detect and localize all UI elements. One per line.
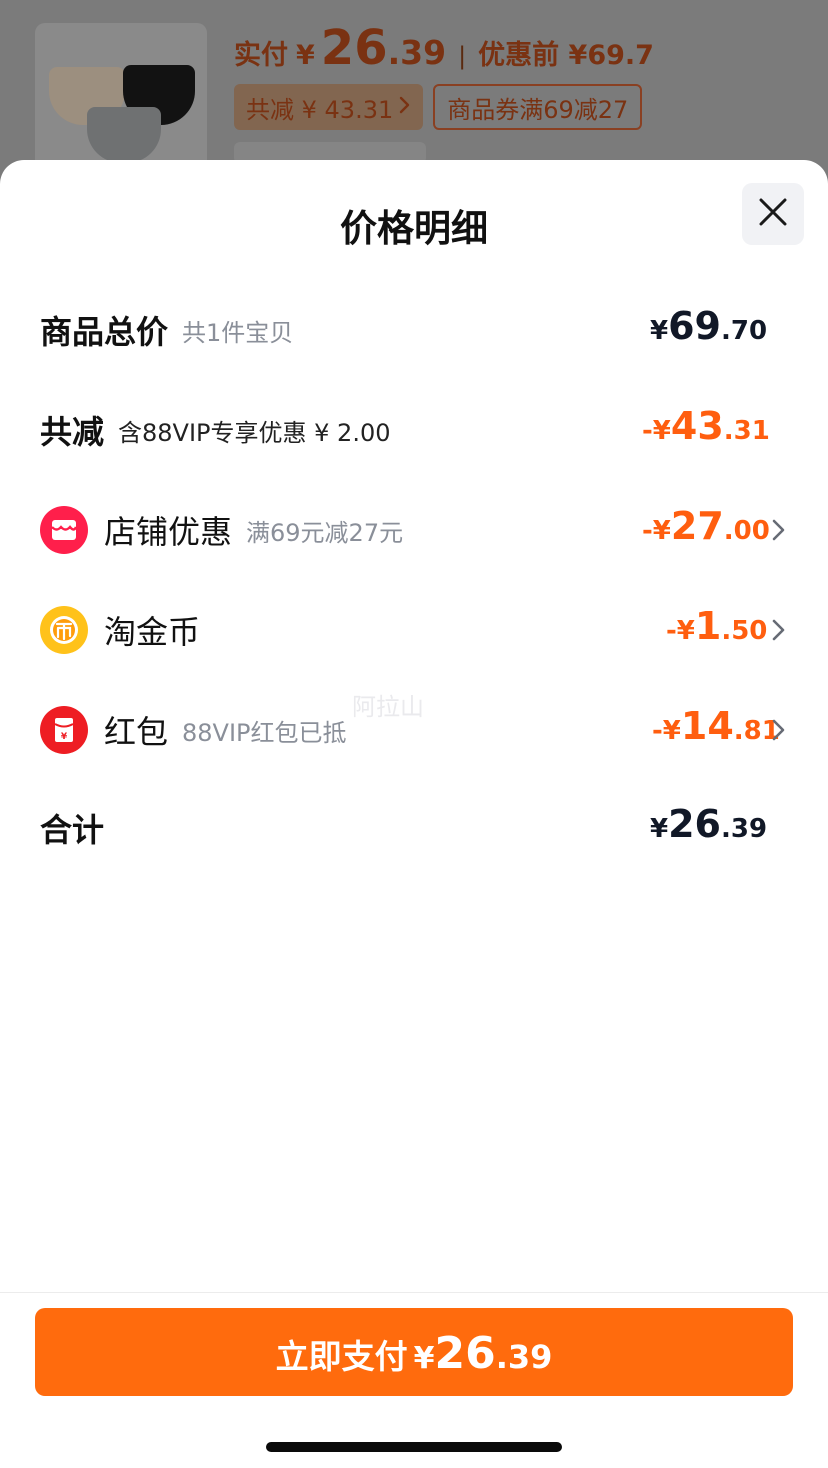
paid-int: 26 bbox=[320, 20, 388, 76]
subtotal-count: 共1件宝贝 bbox=[182, 318, 294, 347]
sheet-title: 价格明细 bbox=[340, 207, 488, 250]
coupon-tag-label: 商品券满69减27 bbox=[447, 95, 629, 124]
price-detail-sheet: 价格明细 商品总价 共1件宝贝 ¥ 69 .70 共减 含88VIP专享优惠 ¥… bbox=[0, 160, 828, 1468]
total-row: 合计 ¥ 26 .39 bbox=[40, 798, 800, 858]
shop-discount-amount: - ¥ 27 .00 bbox=[642, 500, 770, 560]
total-discount-dec: .31 bbox=[723, 416, 770, 446]
paid-label: 实付 bbox=[234, 40, 288, 71]
original-price: 优惠前 ¥69.7 bbox=[478, 40, 654, 71]
red-packet-note: 88VIP红包已抵 bbox=[182, 718, 347, 747]
total-discount-label: 共减 bbox=[40, 413, 105, 451]
shop-discount-rule: 满69元减27元 bbox=[246, 518, 404, 547]
subtotal-int: 69 bbox=[668, 304, 721, 348]
bottom-bar: 立即支付 ¥ 26 .39 bbox=[0, 1292, 828, 1468]
discount-tag-label: 共减 ¥ 43.31 bbox=[246, 95, 394, 124]
pay-now-button[interactable]: 立即支付 ¥ 26 .39 bbox=[35, 1308, 793, 1396]
subtotal-amount: ¥ 69 .70 bbox=[650, 300, 767, 360]
coupon-tag: 商品券满69减27 bbox=[433, 84, 643, 130]
subtotal-yen: ¥ bbox=[650, 316, 669, 346]
total-label: 合计 bbox=[40, 811, 105, 849]
chevron-right-icon bbox=[399, 95, 411, 119]
taojinbi-label: 淘金币 bbox=[104, 613, 201, 651]
pay-now-label: 立即支付 bbox=[275, 1337, 408, 1376]
taojinbi-row[interactable]: 淘金币 - ¥ 1 .50 bbox=[40, 600, 800, 660]
taojinbi-yen: ¥ bbox=[676, 616, 695, 646]
red-packet-int: 14 bbox=[680, 704, 734, 748]
pay-now-int: 26 bbox=[434, 1328, 496, 1379]
shop-discount-label: 店铺优惠 bbox=[104, 513, 233, 551]
product-thumbnail bbox=[35, 23, 207, 173]
total-discount-amount: - ¥ 43 .31 bbox=[642, 400, 770, 460]
close-icon[interactable] bbox=[758, 197, 788, 231]
total-discount-row: 共减 含88VIP专享优惠 ¥ 2.00 - ¥ 43 .31 bbox=[40, 400, 800, 460]
shop-discount-yen: ¥ bbox=[652, 516, 671, 546]
shop-discount-dec: .00 bbox=[723, 516, 770, 546]
shop-discount-sign: - bbox=[642, 516, 653, 546]
red-packet-amount: - ¥ 14 .81 bbox=[652, 700, 780, 760]
taojinbi-dec: .50 bbox=[721, 616, 768, 646]
total-dec: .39 bbox=[720, 814, 768, 844]
total-discount-note: 含88VIP专享优惠 ¥ 2.00 bbox=[118, 418, 391, 447]
taojinbi-int: 1 bbox=[694, 604, 722, 648]
shop-icon bbox=[40, 506, 88, 554]
subtotal-dec: .70 bbox=[720, 316, 768, 346]
pay-now-yen: ¥ bbox=[413, 1341, 435, 1376]
red-packet-icon: ¥ bbox=[40, 706, 88, 754]
taojinbi-sign: - bbox=[666, 616, 677, 646]
coin-icon bbox=[40, 606, 88, 654]
subtotal-row: 商品总价 共1件宝贝 ¥ 69 .70 bbox=[40, 300, 800, 360]
total-discount-int: 43 bbox=[670, 404, 724, 448]
shop-discount-row[interactable]: 店铺优惠 满69元减27元 - ¥ 27 .00 bbox=[40, 500, 800, 560]
red-packet-sign: - bbox=[652, 716, 663, 746]
paid-yen: ¥ bbox=[296, 40, 315, 71]
discount-tag: 共减 ¥ 43.31 bbox=[234, 84, 424, 130]
close-button[interactable] bbox=[742, 183, 804, 245]
subtotal-label: 商品总价 bbox=[40, 313, 169, 351]
background-tags: 共减 ¥ 43.31 商品券满69减27 bbox=[234, 84, 643, 130]
taojinbi-amount: - ¥ 1 .50 bbox=[666, 600, 767, 660]
total-int: 26 bbox=[668, 802, 721, 846]
background-price-row: 实付 ¥ 26 .39 | 优惠前 ¥69.7 bbox=[234, 20, 654, 80]
chevron-right-icon[interactable] bbox=[764, 515, 794, 545]
shop-discount-int: 27 bbox=[670, 504, 724, 548]
svg-text:¥: ¥ bbox=[61, 732, 68, 742]
paid-dec: .39 bbox=[387, 33, 447, 72]
red-packet-label: 红包 bbox=[104, 713, 169, 751]
total-discount-sign: - bbox=[642, 416, 653, 446]
chevron-right-icon[interactable] bbox=[764, 615, 794, 645]
total-amount: ¥ 26 .39 bbox=[650, 798, 767, 858]
price-separator: | bbox=[458, 42, 467, 70]
chevron-right-icon[interactable] bbox=[764, 715, 794, 745]
total-discount-yen: ¥ bbox=[652, 416, 671, 446]
pay-now-dec: .39 bbox=[495, 1338, 553, 1376]
red-packet-yen: ¥ bbox=[662, 716, 681, 746]
home-indicator bbox=[266, 1442, 562, 1452]
total-yen: ¥ bbox=[650, 814, 669, 844]
watermark: 阿拉山 bbox=[352, 693, 424, 721]
